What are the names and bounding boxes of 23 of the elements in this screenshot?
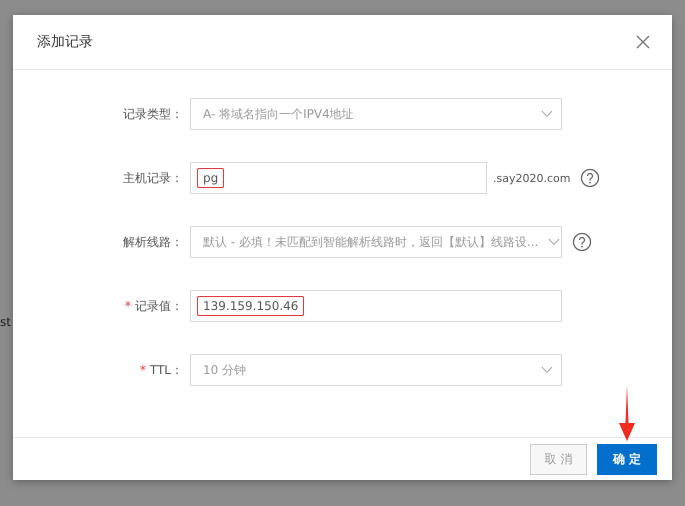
chevron-down-icon (541, 110, 553, 118)
cancel-button[interactable]: 取 消 (530, 444, 587, 475)
link-text[interactable]: st (0, 315, 11, 329)
input-field[interactable]: 139.159.150.46 (190, 290, 562, 322)
select-field[interactable]: 10 分钟 (190, 354, 562, 386)
field-label: 记录类型： (123, 106, 183, 122)
select-field[interactable]: 默认 - 必填！未匹配到智能解析线路时，返回【默认】线路设... (190, 226, 562, 258)
confirm-button[interactable]: 确 定 (597, 444, 657, 475)
close-icon[interactable] (636, 35, 650, 49)
field-label: 解析线路： (123, 234, 183, 250)
input-field[interactable]: pg (190, 162, 487, 194)
chevron-down-icon (548, 238, 560, 246)
dialog-title: 添加记录 (37, 33, 93, 51)
field-label: TTL： (150, 362, 183, 378)
required-mark: * (140, 363, 146, 377)
required-mark: * (125, 299, 131, 313)
help-icon[interactable] (572, 232, 592, 252)
help-icon[interactable] (580, 168, 600, 188)
chevron-down-icon (541, 366, 553, 374)
field-label: 主机记录： (123, 170, 183, 186)
select-field[interactable]: A- 将域名指向一个IPV4地址 (190, 98, 562, 130)
field-label: 记录值： (135, 298, 183, 314)
domain-suffix: .say2020.com (493, 172, 570, 184)
